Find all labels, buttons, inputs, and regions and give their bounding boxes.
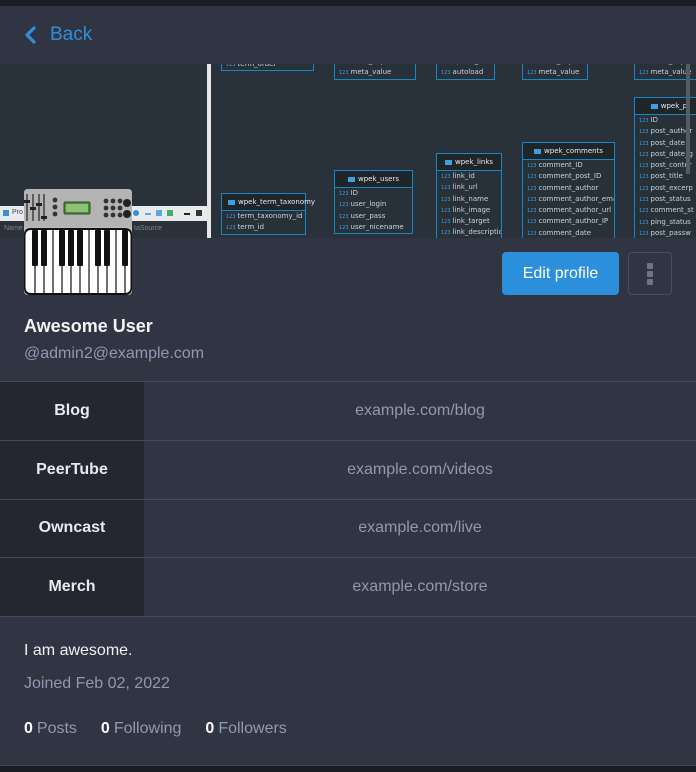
field-link[interactable]: example.com/live xyxy=(144,500,696,558)
profile-fields-table: Blog example.com/blog PeerTube example.c… xyxy=(0,381,696,617)
user-handle: @admin2@example.com xyxy=(24,345,205,362)
field-name: PeerTube xyxy=(0,440,144,499)
banner-scrollbar xyxy=(686,64,690,174)
datasource-column-label: taSource xyxy=(134,225,163,232)
db-table-comments: wpek_comments 123 comment_ID 123 comment_p… xyxy=(522,142,615,238)
back-button[interactable]: Back xyxy=(24,24,92,46)
window-icon xyxy=(3,210,9,216)
gear-icon xyxy=(133,210,139,216)
joined-date: Joined Feb 02, 2022 xyxy=(24,675,170,692)
edit-profile-button[interactable]: Edit profile xyxy=(502,252,619,295)
chevron-left-icon xyxy=(25,26,36,44)
name-column-label: Name xyxy=(4,225,23,232)
more-options-button[interactable] xyxy=(628,252,672,295)
db-table: 123 term_order xyxy=(221,64,314,72)
stat-count: 0 xyxy=(24,720,33,737)
stat-count: 0 xyxy=(100,720,110,737)
db-table: 123option_value 123autoload xyxy=(436,64,495,80)
field-link[interactable]: example.com/store xyxy=(144,558,696,616)
stat-count: 0 xyxy=(205,720,215,737)
stat-followers[interactable]: 0 Followers xyxy=(205,720,286,738)
minimize-icon xyxy=(184,213,190,215)
avatar[interactable] xyxy=(24,189,132,295)
field-link[interactable]: example.com/videos xyxy=(144,441,696,499)
kebab-dot xyxy=(647,270,653,277)
kebab-menu-icon xyxy=(647,262,653,269)
stat-label: Followers xyxy=(218,720,287,737)
stat-label: Posts xyxy=(36,720,77,737)
minus-icon xyxy=(145,213,151,215)
field-link[interactable]: example.com/blog xyxy=(144,382,696,440)
stat-label: Following xyxy=(113,720,182,737)
field-row: Owncast example.com/live xyxy=(0,499,696,559)
header: Back xyxy=(0,6,696,64)
field-row: PeerTube example.com/videos xyxy=(0,440,696,500)
field-row: Merch example.com/store xyxy=(0,558,696,617)
back-label: Back xyxy=(50,24,93,45)
plus-icon xyxy=(156,210,162,216)
bottom-divider xyxy=(0,765,696,772)
bio-text: I am awesome. xyxy=(24,642,133,659)
display-name: Awesome User xyxy=(24,316,153,336)
kebab-dot xyxy=(647,278,653,285)
field-name: Owncast xyxy=(0,499,144,558)
banner-divider xyxy=(207,64,211,238)
db-table-term-taxonomy: wpek_term_taxonomy 123 term_taxonomy_id 1… xyxy=(221,193,315,235)
synthesizer-icon xyxy=(24,189,132,295)
swap-icon xyxy=(167,210,173,216)
field-name: Merch xyxy=(0,558,144,616)
db-table-links: wpek_links 123 link_id 123 link_url 123 lin… xyxy=(436,153,502,238)
db-table-users: wpek_users 123 ID 123 user_login 123 user_p… xyxy=(334,170,413,235)
profile-stats: 0 Posts 0 Following 0 Followers xyxy=(24,720,311,738)
stat-following[interactable]: 0 Following xyxy=(101,720,182,738)
db-table: 123meta_key 123meta_value xyxy=(522,64,588,80)
stat-posts[interactable]: 0 Posts xyxy=(24,720,77,738)
db-table: 123meta_key 123meta_value xyxy=(334,64,416,80)
field-row: Blog example.com/blog xyxy=(0,382,696,441)
maximize-icon xyxy=(196,210,202,216)
toolbar-label: Pro xyxy=(12,209,23,216)
field-name: Blog xyxy=(0,382,144,440)
